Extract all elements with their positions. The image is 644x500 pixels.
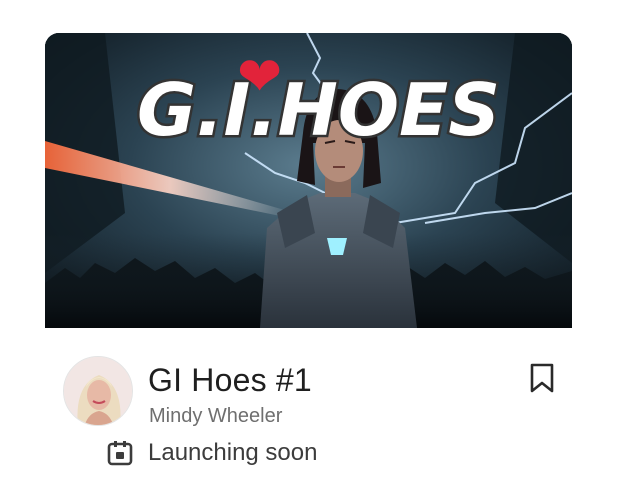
bookmark-icon [530, 363, 554, 393]
launch-status: Launching soon [106, 436, 317, 470]
bookmark-button[interactable] [528, 362, 556, 394]
calendar-icon [107, 441, 133, 466]
post-title[interactable]: GI Hoes #1 [148, 360, 312, 400]
comic-card[interactable]: G.I.HOES ❤ GI Hoes #1 Mindy Wheeler Laun… [0, 0, 644, 500]
heart-icon: ❤ [237, 45, 282, 108]
status-text: Launching soon [148, 439, 318, 466]
cover-logo-text: G.I.HOES [137, 68, 500, 152]
author-name[interactable]: Mindy Wheeler [149, 403, 282, 429]
cover-illustration: G.I.HOES ❤ [45, 33, 572, 328]
avatar[interactable] [63, 356, 133, 426]
cover-image[interactable]: G.I.HOES ❤ [45, 33, 572, 328]
cover-logo: G.I.HOES [135, 66, 503, 155]
